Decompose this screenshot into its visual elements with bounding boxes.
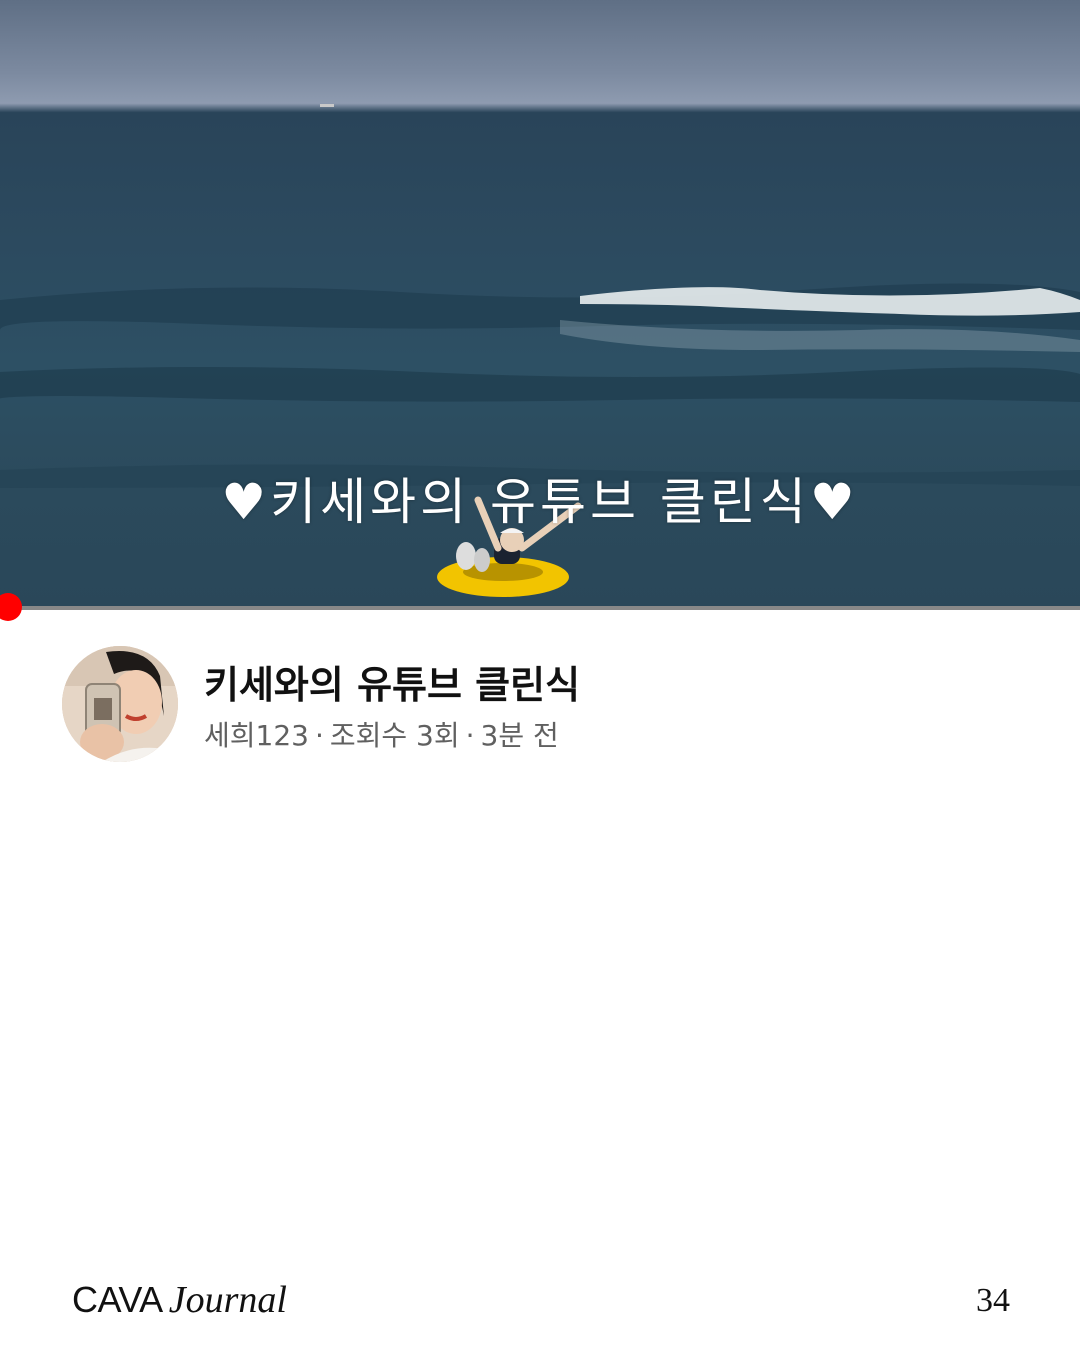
- progress-scrubber[interactable]: [0, 593, 22, 621]
- meta-separator: ·: [465, 719, 475, 752]
- progress-bar[interactable]: [0, 606, 1080, 610]
- video-meta: 세희123 · 조회수 3회 · 3분 전: [204, 714, 559, 754]
- wave-band: [0, 367, 1080, 404]
- ship-speck: [320, 104, 334, 107]
- channel-avatar[interactable]: [62, 646, 178, 762]
- channel-name[interactable]: 세희123: [204, 719, 309, 752]
- brand-logo: CAVA Journal: [72, 1278, 287, 1322]
- avatar-image: [62, 646, 178, 762]
- video-title[interactable]: 키세와의 유튜브 클린식: [204, 654, 580, 709]
- thumbnail-caption: ♥키세와의 유튜브 클린식♥: [221, 473, 859, 531]
- brand-italic: Journal: [168, 1279, 287, 1321]
- video-thumbnail[interactable]: ♥키세와의 유튜브 클린식♥: [0, 0, 1080, 608]
- meta-separator: ·: [314, 719, 324, 752]
- view-count: 조회수 3회: [329, 719, 460, 752]
- page-number: 34: [976, 1282, 1010, 1319]
- upload-time: 3분 전: [480, 719, 559, 752]
- brand-main: CAVA: [72, 1279, 163, 1320]
